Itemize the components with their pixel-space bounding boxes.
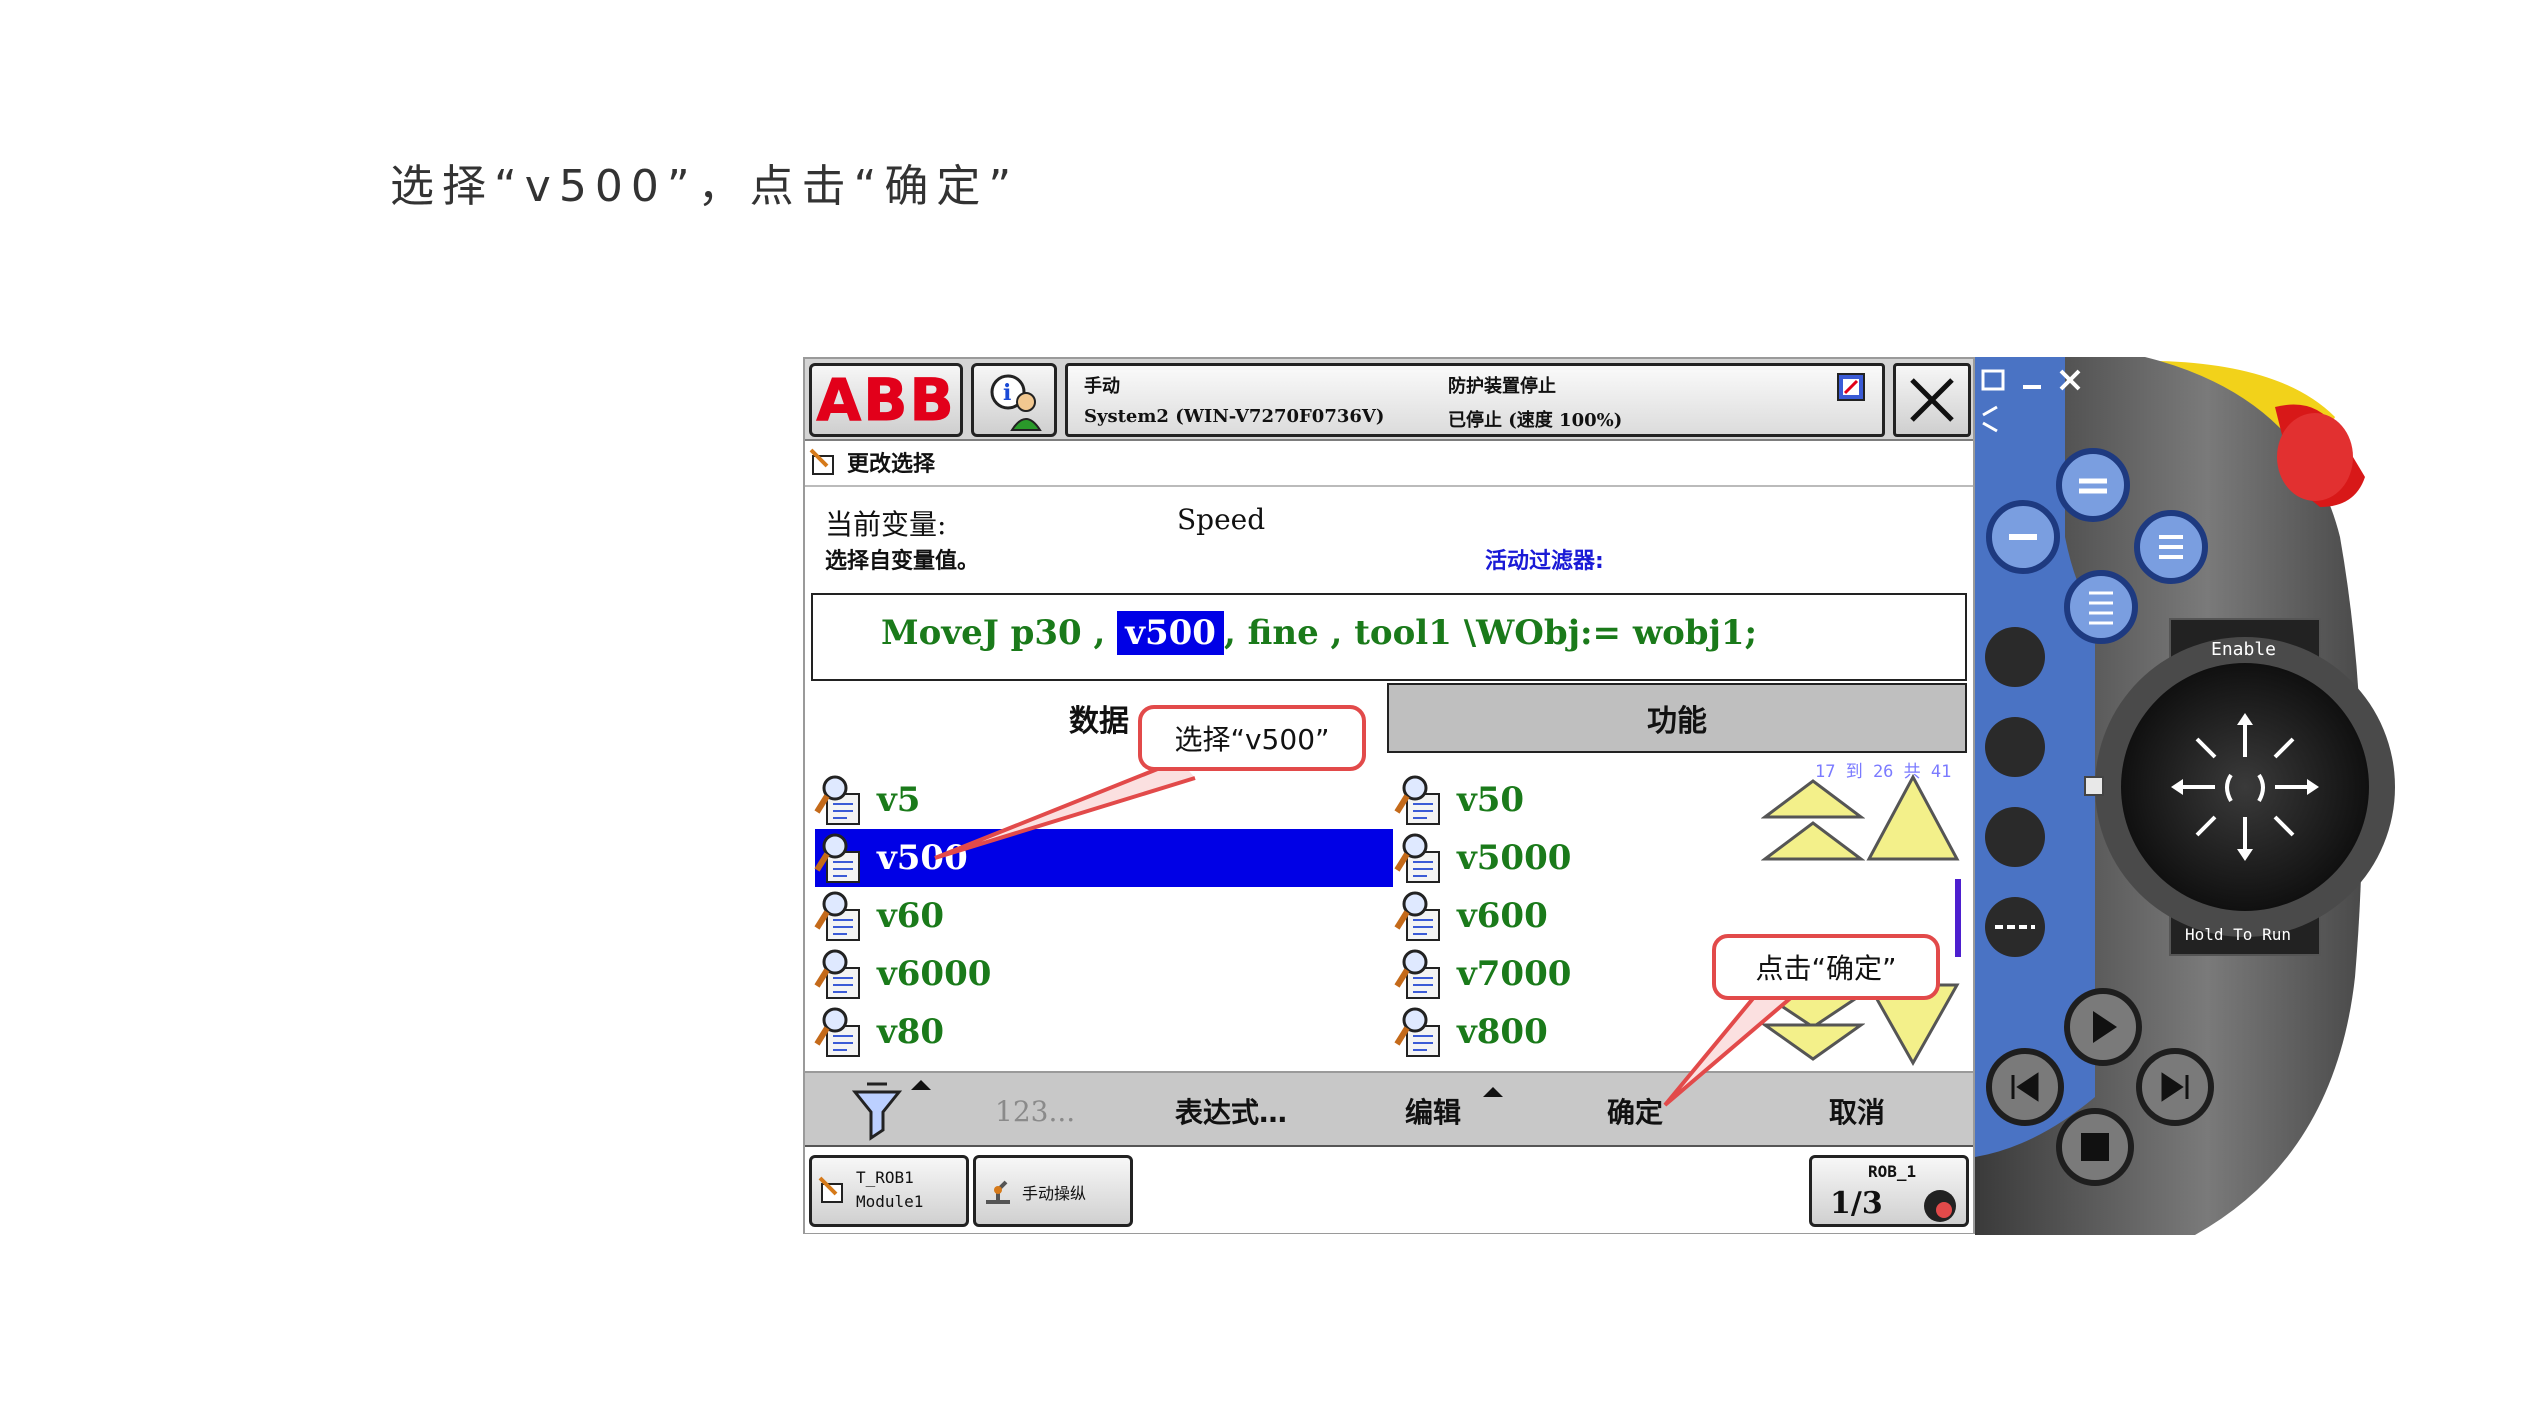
enable-label: Enable [2211, 639, 2277, 660]
pendant-hardware: Enable Hold To Run [1975, 357, 2395, 1237]
callout-select: 选择“v500” [1138, 705, 1366, 771]
hold-to-run-label: Hold To Run [2185, 925, 2291, 944]
callout-click: 点击“确定” [1712, 934, 1940, 1000]
pendant-body [1975, 357, 2395, 1235]
